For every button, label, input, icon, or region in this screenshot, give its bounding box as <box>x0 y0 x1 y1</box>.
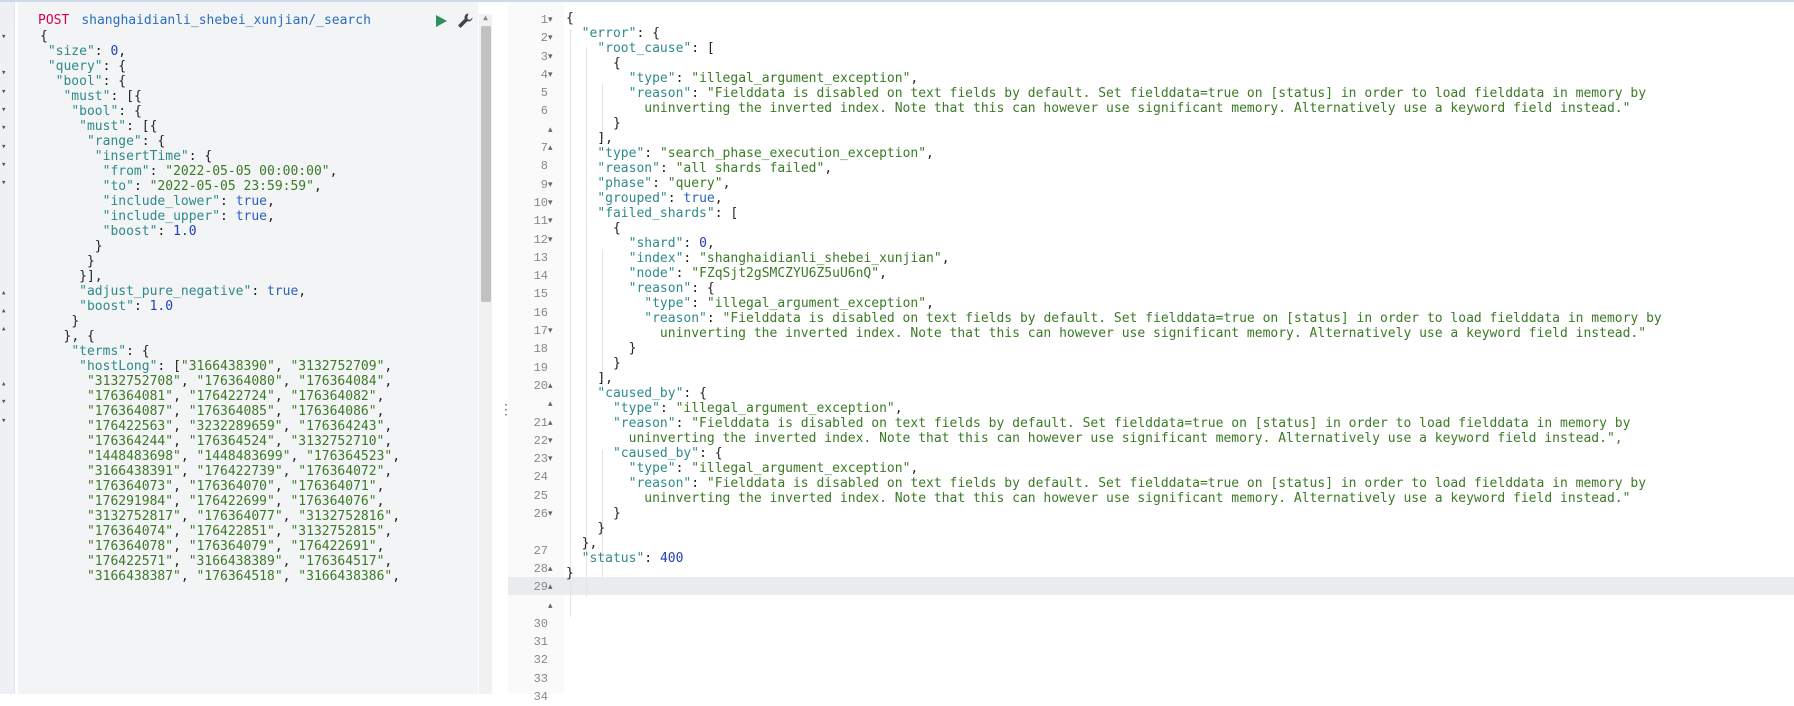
request-pane: ▾ ▾ ▾ ▾ ▾ ▾ ▾ ▾ ▴ ▴ ▴ ▴ ▾ ▾ POST shanghai… <box>0 2 500 694</box>
request-fold-gutter: ▾ ▾ ▾ ▾ ▾ ▾ ▾ ▾ ▴ ▴ ▴ ▴ ▾ ▾ <box>0 2 15 694</box>
request-editor[interactable]: POST shanghaidianli_shebei_xunjian/_searc… <box>18 2 478 694</box>
fold-marker-icon[interactable]: ▴ <box>1 375 13 393</box>
request-scrollbar-thumb[interactable] <box>481 26 491 302</box>
scroll-up-arrow-icon[interactable]: ▲ <box>481 14 490 22</box>
response-pane: 1 2 3 4 5 6 7 8 9 10 11 12 13 14 15 16 1… <box>508 2 1794 704</box>
fold-marker-icon[interactable]: ▾ <box>1 64 13 82</box>
fold-marker-icon[interactable]: ▾ <box>1 138 13 156</box>
fold-marker-icon[interactable]: ▾ <box>1 156 13 174</box>
request-line: POST shanghaidianli_shebei_xunjian/_searc… <box>38 11 371 31</box>
response-body-code[interactable]: { "error": { "root_cause": [ { "type": "… <box>566 11 1662 581</box>
play-icon[interactable] <box>433 13 449 29</box>
fold-marker-icon[interactable]: ▴ <box>1 302 13 320</box>
fold-markers[interactable]: ▾ ▾ ▾ ▾ ▴ ▴ ▾ ▾ ▾ ▾ ▾ ▴ ▴ ▴ ▾ ▾ ▾ ▴ ▴ ▴ <box>548 11 560 615</box>
fold-marker-icon[interactable]: ▾ <box>1 119 13 137</box>
fold-marker-icon[interactable]: ▾ <box>1 101 13 119</box>
request-body-code[interactable]: { "size": 0, "query": { "bool": { "must"… <box>40 29 400 584</box>
fold-marker-icon[interactable]: ▾ <box>1 83 13 101</box>
fold-marker-icon[interactable]: ▴ <box>1 320 13 338</box>
http-method: POST <box>38 13 70 28</box>
request-path: shanghaidianli_shebei_xunjian/_search <box>81 13 371 28</box>
line-numbers: 1 2 3 4 5 6 7 8 9 10 11 12 13 14 15 16 1… <box>533 13 548 704</box>
fold-marker-icon[interactable]: ▾ <box>1 174 13 192</box>
fold-marker-icon[interactable]: ▴ <box>1 284 13 302</box>
wrench-icon[interactable] <box>456 12 474 30</box>
pane-resize-handle[interactable]: ⋮ <box>499 400 513 420</box>
fold-marker-icon[interactable]: ▾ <box>1 28 13 46</box>
fold-marker-icon[interactable]: ▾ <box>1 412 13 430</box>
fold-marker-icon[interactable]: ▾ <box>1 393 13 411</box>
